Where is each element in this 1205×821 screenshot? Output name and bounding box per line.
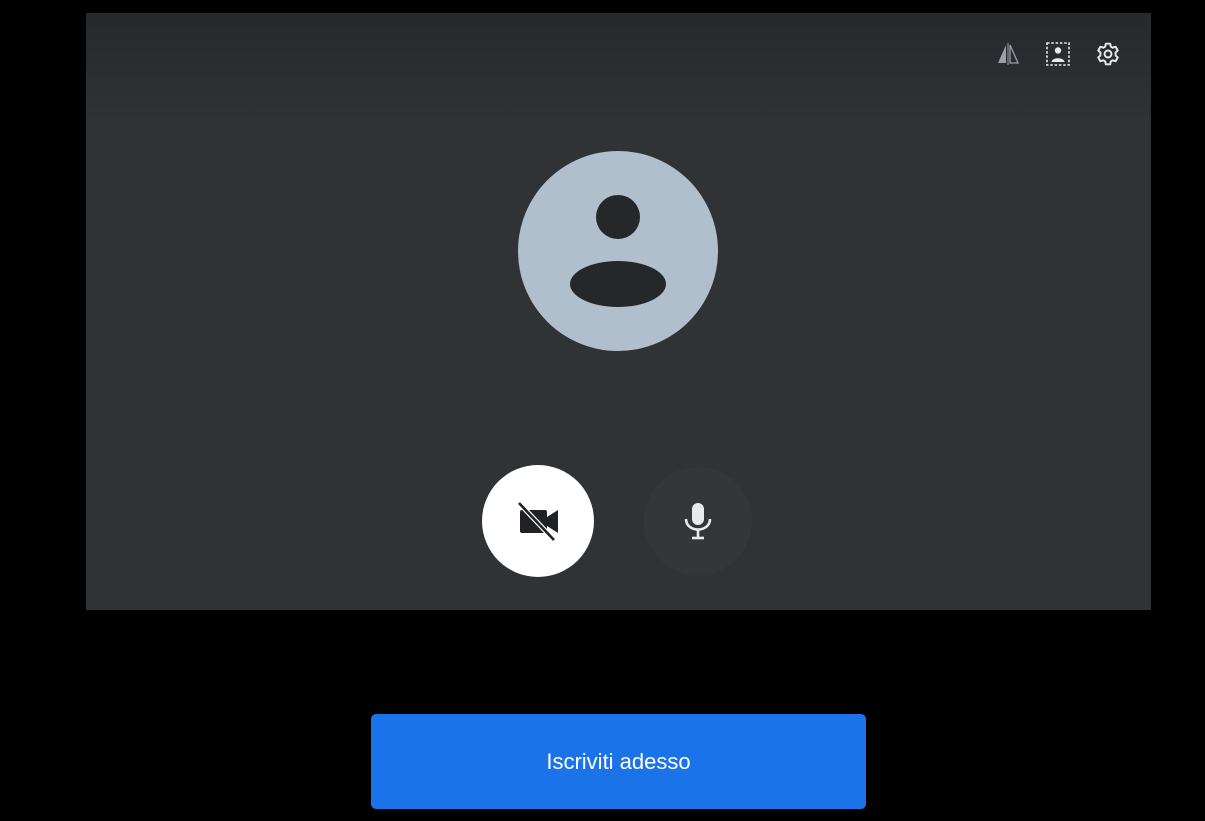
microphone-toggle-button[interactable] — [644, 467, 752, 575]
background-effects-button[interactable] — [1045, 41, 1071, 67]
video-preview — [86, 13, 1151, 610]
preview-toolbar — [995, 41, 1121, 67]
background-effects-icon — [1046, 42, 1070, 66]
avatar — [518, 151, 718, 351]
mirror-button[interactable] — [995, 41, 1021, 67]
person-icon — [570, 195, 666, 307]
videocam-off-icon — [517, 501, 558, 542]
settings-button[interactable] — [1095, 41, 1121, 67]
join-now-button[interactable]: Iscriviti adesso — [371, 714, 866, 809]
gear-icon — [1097, 42, 1119, 66]
media-controls — [482, 465, 752, 577]
camera-toggle-button[interactable] — [482, 465, 594, 577]
meeting-join-screen: Iscriviti adesso — [0, 0, 1205, 821]
mirror-icon — [998, 43, 1020, 65]
mic-icon — [684, 503, 712, 540]
